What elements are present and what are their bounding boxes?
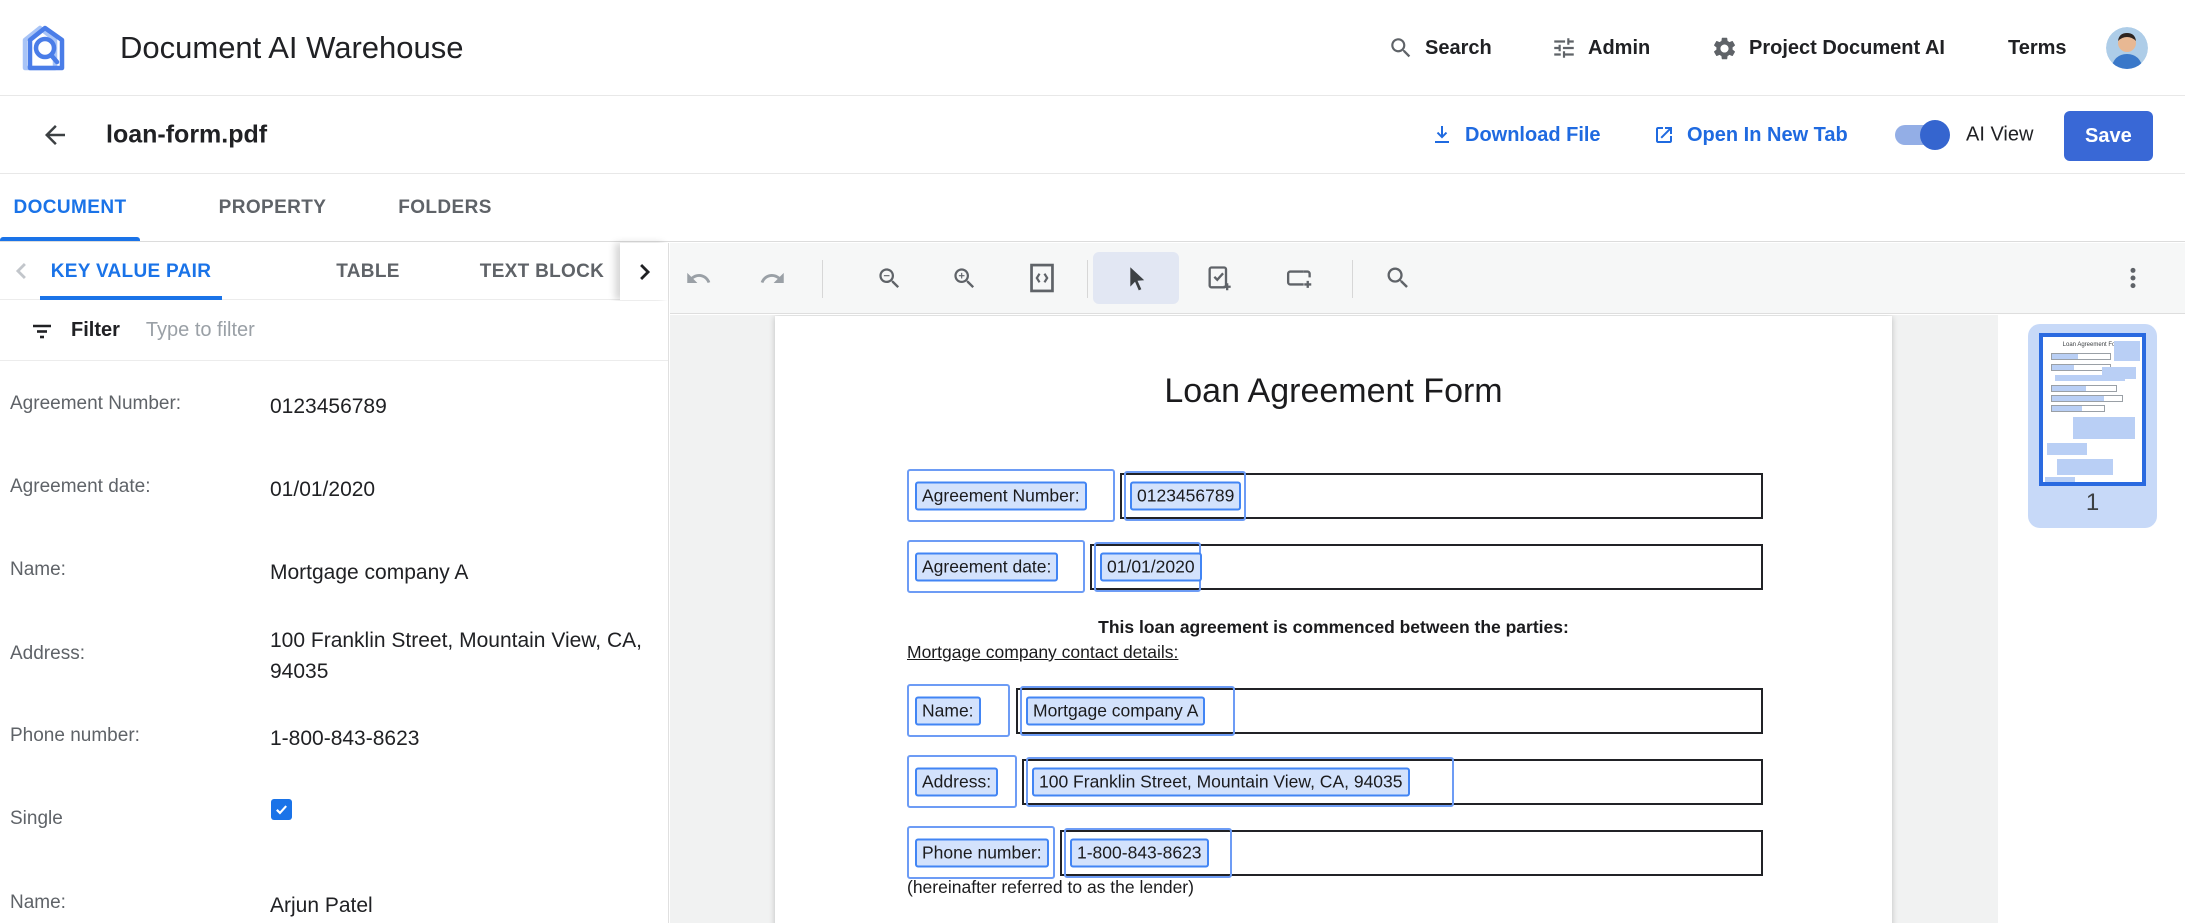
form-field-row[interactable]: 01/01/2020 Agreement date: bbox=[910, 544, 1763, 590]
code-region-icon[interactable] bbox=[1016, 252, 1068, 304]
pdf-footnote: (hereinafter referred to as the lender) bbox=[907, 877, 1194, 898]
extraction-panel: KEY VALUE PAIR TABLE TEXT BLOCK Filter A… bbox=[0, 243, 669, 923]
form-input-box: Mortgage company A bbox=[1016, 688, 1763, 734]
form-field-row[interactable]: 100 Franklin Street, Mountain View, CA, … bbox=[910, 759, 1763, 805]
search-icon bbox=[1388, 35, 1414, 61]
check-icon bbox=[274, 802, 289, 817]
ai-view-toggle[interactable] bbox=[1895, 125, 1947, 145]
key-annotation[interactable]: Address: bbox=[915, 768, 998, 797]
form-field-row[interactable]: 0123456789 Agreement Number: bbox=[910, 473, 1763, 519]
tab-table[interactable]: TABLE bbox=[300, 243, 436, 300]
pdf-title: Loan Agreement Form bbox=[775, 372, 1892, 411]
toolbar-divider bbox=[822, 260, 823, 298]
value-annotation[interactable]: 1-800-843-8623 bbox=[1070, 839, 1209, 868]
value-annotation[interactable]: 01/01/2020 bbox=[1100, 553, 1202, 582]
zoom-out-icon[interactable] bbox=[863, 252, 915, 304]
save-button[interactable]: Save bbox=[2064, 111, 2153, 161]
user-avatar[interactable] bbox=[2106, 27, 2148, 69]
tabs-scroll-right-button[interactable] bbox=[620, 243, 668, 300]
chevron-right-icon bbox=[630, 258, 658, 286]
key-annotation[interactable]: Agreement date: bbox=[915, 553, 1058, 582]
download-icon bbox=[1430, 123, 1454, 147]
document-filename: loan-form.pdf bbox=[106, 121, 267, 150]
thumbnail-preview: Loan Agreement Form bbox=[2039, 333, 2146, 486]
chevron-left-icon[interactable] bbox=[8, 257, 36, 285]
pdf-intro-text: This loan agreement is commenced between… bbox=[775, 617, 1892, 638]
gear-icon bbox=[1711, 35, 1738, 62]
nav-admin[interactable]: Admin bbox=[1551, 0, 1650, 96]
toolbar-divider bbox=[1087, 260, 1088, 298]
redo-icon[interactable] bbox=[746, 252, 798, 304]
add-textbox-icon[interactable] bbox=[1273, 252, 1325, 304]
tab-text-block[interactable]: TEXT BLOCK bbox=[460, 243, 624, 300]
filter-bar: Filter bbox=[0, 301, 668, 361]
value-annotation[interactable]: 100 Franklin Street, Mountain View, CA, … bbox=[1032, 768, 1410, 797]
tab-property[interactable]: PROPERTY bbox=[195, 175, 350, 241]
tune-icon bbox=[1551, 35, 1577, 61]
value-annotation[interactable]: Mortgage company A bbox=[1026, 697, 1205, 726]
file-bar: loan-form.pdf Download File Open In New … bbox=[0, 97, 2185, 174]
document-canvas[interactable]: Loan Agreement Form 0123456789 Agreement… bbox=[670, 315, 1998, 923]
download-file-button[interactable]: Download File bbox=[1430, 123, 1601, 147]
nav-project-selector[interactable]: Project Document AI bbox=[1711, 0, 1945, 96]
form-input-box: 1-800-843-8623 bbox=[1060, 830, 1763, 876]
viewer-toolbar bbox=[670, 243, 2185, 314]
thumbnail-page-number: 1 bbox=[2028, 489, 2157, 517]
ai-view-label: AI View bbox=[1966, 124, 2033, 147]
key-annotation[interactable]: Name: bbox=[915, 697, 981, 726]
app-header: Document AI Warehouse Search Admin Proje… bbox=[0, 0, 2185, 96]
key-annotation[interactable]: Agreement Number: bbox=[915, 482, 1087, 511]
tab-document[interactable]: DOCUMENT bbox=[0, 175, 140, 241]
toggle-knob bbox=[1920, 120, 1950, 150]
pdf-section-heading: Mortgage company contact details: bbox=[907, 642, 1178, 663]
form-input-box: 01/01/2020 bbox=[1090, 544, 1763, 590]
zoom-in-icon[interactable] bbox=[938, 252, 990, 304]
form-input-box: 0123456789 bbox=[1120, 473, 1763, 519]
key-annotation[interactable]: Phone number: bbox=[915, 839, 1049, 868]
app-logo-icon bbox=[16, 23, 72, 73]
nav-terms[interactable]: Terms bbox=[2008, 0, 2067, 96]
sub-tab-bar: KEY VALUE PAIR TABLE TEXT BLOCK bbox=[0, 243, 668, 300]
app-title: Document AI Warehouse bbox=[120, 30, 463, 66]
filter-icon bbox=[28, 317, 56, 345]
filter-label: Filter bbox=[71, 319, 120, 342]
single-checkbox[interactable] bbox=[271, 799, 292, 820]
tab-folders[interactable]: FOLDERS bbox=[370, 175, 520, 241]
form-field-row[interactable]: 1-800-843-8623 Phone number: bbox=[910, 830, 1763, 876]
page-thumbnail-selected[interactable]: Loan Agreement Form 1 bbox=[2028, 324, 2157, 528]
back-button[interactable] bbox=[40, 120, 70, 150]
nav-search[interactable]: Search bbox=[1388, 0, 1492, 96]
tab-key-value-pair[interactable]: KEY VALUE PAIR bbox=[40, 243, 222, 300]
main-tab-bar: DOCUMENT PROPERTY FOLDERS bbox=[0, 175, 2185, 242]
form-field-row[interactable]: Mortgage company A Name: bbox=[910, 688, 1763, 734]
value-annotation[interactable]: 0123456789 bbox=[1130, 482, 1241, 511]
filter-input[interactable] bbox=[146, 319, 476, 342]
search-document-icon[interactable] bbox=[1372, 252, 1424, 304]
undo-icon[interactable] bbox=[672, 252, 724, 304]
pointer-tool-icon[interactable] bbox=[1093, 252, 1179, 304]
open-in-new-icon bbox=[1652, 123, 1676, 147]
pdf-page: Loan Agreement Form 0123456789 Agreement… bbox=[775, 316, 1892, 923]
thumbnail-panel: Loan Agreement Form 1 bbox=[1998, 315, 2185, 923]
toolbar-divider bbox=[1352, 260, 1353, 298]
add-checkbox-icon[interactable] bbox=[1193, 252, 1245, 304]
more-vertical-icon[interactable] bbox=[2107, 252, 2159, 304]
open-in-new-tab-button[interactable]: Open In New Tab bbox=[1652, 123, 1848, 147]
form-input-box: 100 Franklin Street, Mountain View, CA, … bbox=[1022, 759, 1763, 805]
